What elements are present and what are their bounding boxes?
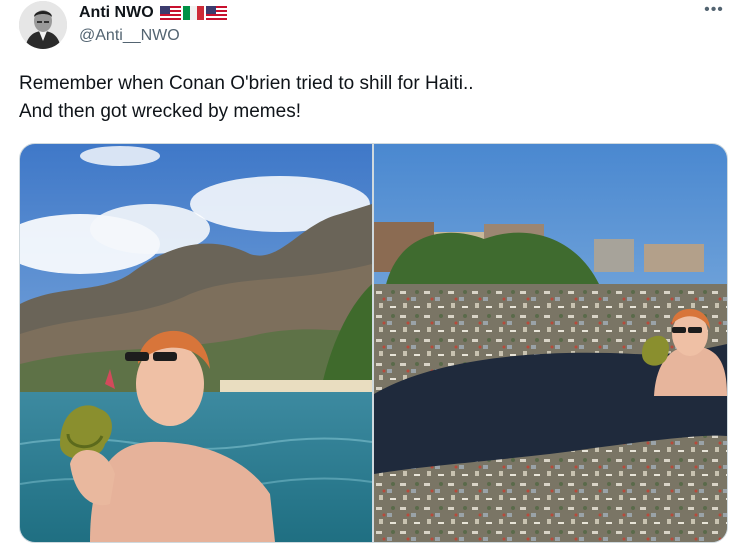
author-row: Anti NWO — [79, 3, 227, 23]
flag-emojis — [159, 6, 227, 20]
tweet-text-line: And then got wrecked by memes! — [19, 101, 301, 122]
tweet-text: Remember when Conan O'brien tried to shi… — [19, 70, 719, 126]
author-display-name[interactable]: Anti NWO — [79, 4, 154, 22]
us-flag-icon — [205, 6, 227, 20]
avatar[interactable] — [19, 1, 67, 49]
author-handle[interactable]: @Anti__NWO — [79, 27, 180, 45]
resort-photo[interactable] — [20, 144, 372, 542]
trash-water-photo[interactable] — [374, 144, 727, 542]
trash-water-photo-image — [374, 144, 727, 542]
more-options-icon[interactable]: ••• — [700, 2, 728, 22]
us-flag-icon — [159, 6, 181, 20]
italy-flag-icon — [182, 6, 204, 20]
tweet-text-line: Remember when Conan O'brien tried to shi… — [19, 73, 474, 94]
avatar-portrait-image — [19, 1, 67, 49]
resort-photo-image — [20, 144, 372, 542]
media-grid — [19, 143, 728, 543]
